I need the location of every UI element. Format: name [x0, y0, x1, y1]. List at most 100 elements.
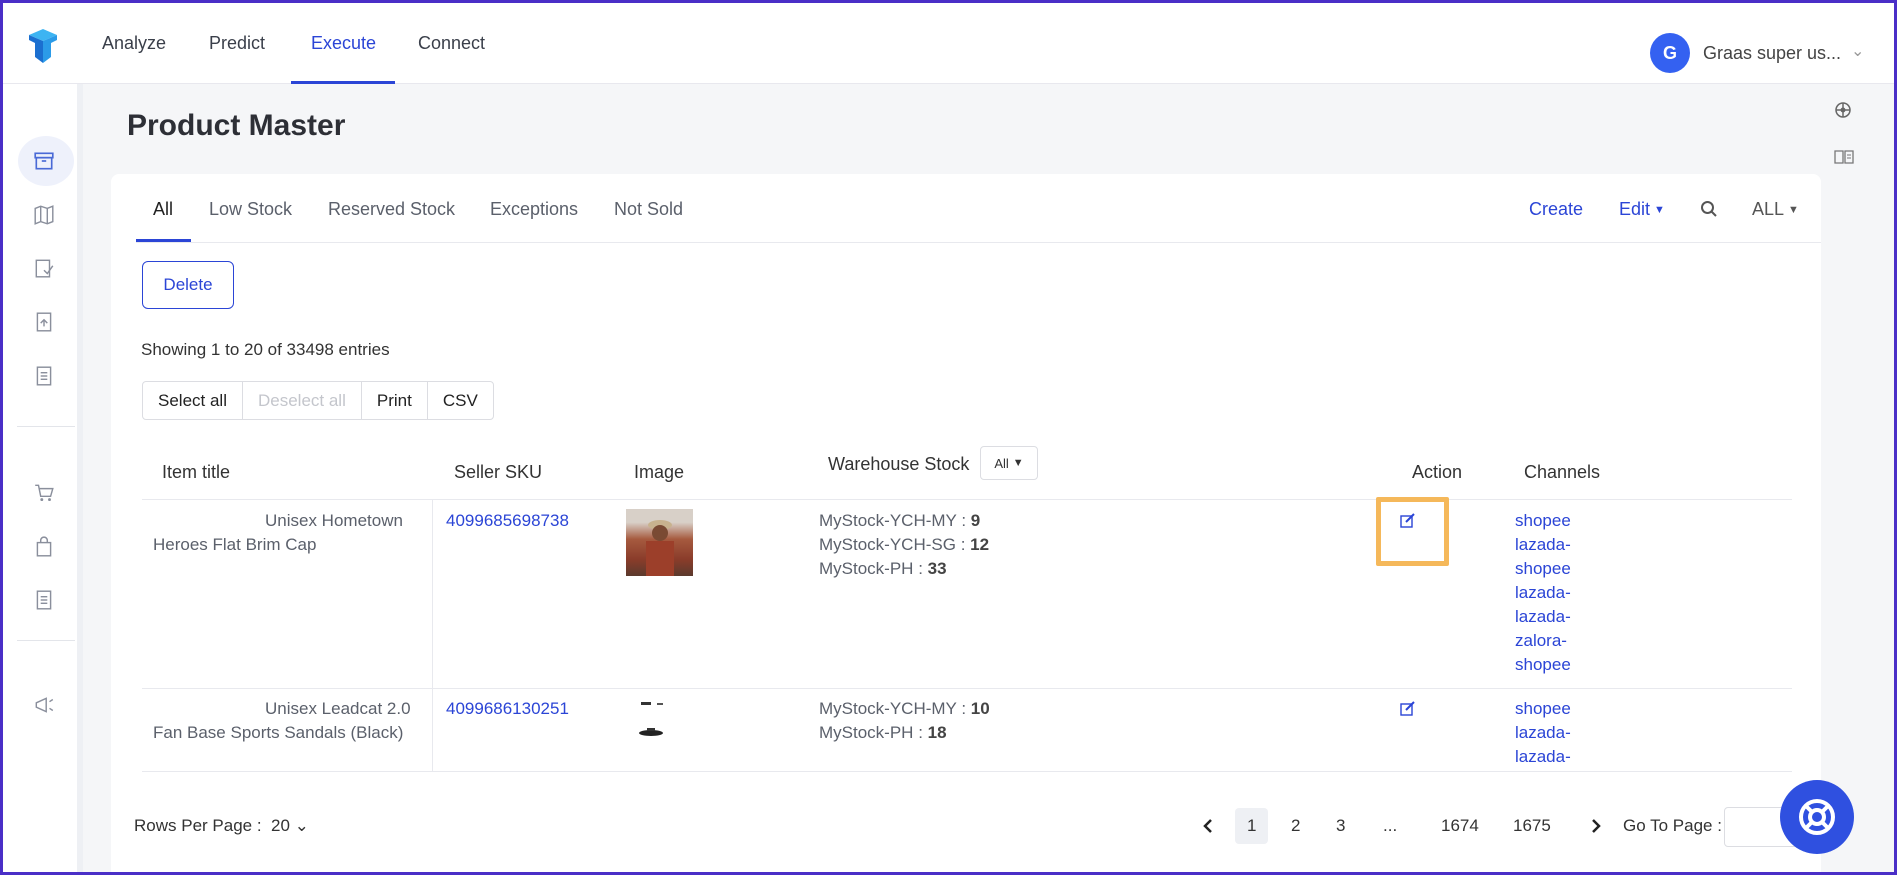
stock-qty: 33: [927, 559, 947, 578]
tabs-divider: [136, 242, 1821, 243]
go-to-page-label: Go To Page :: [1623, 816, 1722, 835]
next-page-icon[interactable]: [1590, 818, 1602, 834]
tab-reserved-stock[interactable]: Reserved Stock: [328, 199, 455, 220]
stock-line: MyStock-PH : 33: [819, 559, 947, 578]
orders-icon[interactable]: [33, 589, 55, 611]
avatar[interactable]: G: [1650, 33, 1690, 73]
nav-active-indicator: [291, 81, 395, 84]
tab-exceptions[interactable]: Exceptions: [490, 199, 578, 220]
header-divider: [142, 499, 1792, 500]
entries-info: Showing 1 to 20 of 33498 entries: [141, 340, 390, 359]
channel-link[interactable]: lazada-: [1515, 605, 1575, 629]
row-1-seller-sku[interactable]: 4099685698738: [446, 511, 569, 531]
sidebar-divider: [17, 426, 75, 427]
caret-down-icon: ▼: [1788, 204, 1799, 217]
top-nav: Analyze Predict Execute Connect G Graas …: [3, 3, 1894, 84]
row-1-warehouse-stock: MyStock-YCH-MY : 9 MyStock-YCH-SG : 12 M…: [819, 509, 989, 581]
warehouse-filter-select[interactable]: All ▼: [980, 446, 1038, 480]
edit-label: Edit: [1619, 199, 1651, 219]
tab-not-sold[interactable]: Not Sold: [614, 199, 683, 220]
warehouse-name: MyStock-PH: [819, 559, 914, 578]
lifebuoy-icon: [1799, 799, 1835, 835]
prev-page-icon[interactable]: [1202, 818, 1214, 834]
product-photo-cap: [646, 520, 674, 576]
rows-per-page-value: 20: [271, 816, 290, 835]
nav-predict[interactable]: Predict: [209, 33, 265, 54]
warehouse-name: MyStock-YCH-SG: [819, 535, 956, 554]
channel-link[interactable]: zalora-: [1515, 629, 1575, 653]
channel-link[interactable]: shopee: [1515, 653, 1575, 677]
settings-wheel-icon[interactable]: [1834, 101, 1852, 119]
cart-icon[interactable]: [33, 482, 55, 504]
row-1-product-image[interactable]: [626, 509, 693, 576]
clipboard-check-icon[interactable]: [33, 257, 55, 279]
stock-line: MyStock-PH : 18: [819, 723, 947, 742]
row-1-item-title: Unisex Hometown Heroes Flat Brim Cap: [153, 511, 403, 554]
action-highlight-box: [1376, 497, 1449, 566]
megaphone-icon[interactable]: [33, 694, 55, 716]
create-button[interactable]: Create: [1529, 199, 1583, 220]
filter-all-dropdown[interactable]: ALL ▼: [1752, 199, 1799, 220]
edit-dropdown[interactable]: Edit ▼: [1619, 199, 1665, 220]
nav-execute[interactable]: Execute: [311, 33, 376, 54]
warehouse-name: MyStock-YCH-MY: [819, 699, 957, 718]
tab-all[interactable]: All: [153, 199, 173, 220]
book-icon[interactable]: [1834, 149, 1854, 165]
row-divider: [142, 771, 1792, 772]
page-title: Product Master: [127, 109, 346, 142]
document-list-icon[interactable]: [33, 365, 55, 387]
nav-connect[interactable]: Connect: [418, 33, 485, 54]
archive-box-icon[interactable]: [33, 150, 55, 172]
app-frame: Analyze Predict Execute Connect G Graas …: [0, 0, 1897, 875]
page-1675[interactable]: 1675: [1513, 816, 1551, 836]
channel-link[interactable]: lazada-: [1515, 581, 1575, 605]
stock-qty: 18: [927, 723, 947, 742]
channel-link[interactable]: lazada-: [1515, 721, 1575, 745]
nav-analyze[interactable]: Analyze: [102, 33, 166, 54]
page-1674[interactable]: 1674: [1441, 816, 1479, 836]
header-warehouse-stock[interactable]: Warehouse Stock: [828, 454, 969, 475]
rows-per-page-label: Rows Per Page :: [134, 816, 262, 835]
channel-link[interactable]: shopee: [1515, 557, 1575, 581]
print-button[interactable]: Print: [362, 382, 428, 419]
map-icon[interactable]: [33, 204, 55, 226]
header-seller-sku[interactable]: Seller SKU: [454, 462, 542, 483]
caret-down-icon: ▼: [1654, 204, 1665, 217]
channel-link[interactable]: lazada-: [1515, 745, 1575, 769]
channel-link[interactable]: shopee: [1515, 697, 1575, 721]
tab-low-stock[interactable]: Low Stock: [209, 199, 292, 220]
deselect-all-button[interactable]: Deselect all: [243, 382, 362, 419]
app-logo-icon[interactable]: [25, 27, 61, 65]
search-icon[interactable]: [1700, 200, 1718, 218]
page-ellipsis: ...: [1383, 816, 1398, 835]
table-export-buttons: Select all Deselect all Print CSV: [142, 381, 494, 420]
select-all-button[interactable]: Select all: [143, 382, 243, 419]
page-1[interactable]: 1: [1235, 808, 1269, 844]
header-channels: Channels: [1524, 462, 1601, 482]
caret-down-icon: ▼: [1012, 457, 1024, 469]
help-button[interactable]: [1780, 780, 1854, 854]
header-item-title[interactable]: Item title: [162, 462, 230, 483]
rows-per-page-select[interactable]: 20 ⌄: [271, 816, 309, 836]
shopping-bag-icon[interactable]: [33, 536, 55, 558]
user-name[interactable]: Graas super us...: [1703, 43, 1841, 64]
delete-button[interactable]: Delete: [142, 261, 234, 309]
page-2[interactable]: 2: [1291, 816, 1300, 836]
row-2-seller-sku[interactable]: 4099686130251: [446, 699, 569, 719]
warehouse-filter-value: All: [994, 455, 1009, 471]
row-2-warehouse-stock: MyStock-YCH-MY : 10 MyStock-PH : 18: [819, 697, 990, 745]
channel-link[interactable]: lazada-: [1515, 533, 1575, 557]
chevron-down-icon[interactable]: ⌄: [1851, 41, 1864, 61]
row-2-channels: shopee lazada- lazada-: [1515, 697, 1575, 769]
csv-button[interactable]: CSV: [428, 382, 493, 419]
stock-line: MyStock-YCH-MY : 10: [819, 699, 990, 718]
stock-qty: 10: [970, 699, 990, 718]
channel-link[interactable]: shopee: [1515, 509, 1575, 533]
page-3[interactable]: 3: [1336, 816, 1345, 836]
edit-icon[interactable]: [1400, 701, 1416, 717]
left-sidebar: [3, 84, 83, 872]
file-upload-icon[interactable]: [33, 311, 55, 333]
column-divider: [432, 499, 433, 771]
row-2-product-image[interactable]: [637, 698, 682, 743]
header-image: Image: [634, 462, 685, 482]
